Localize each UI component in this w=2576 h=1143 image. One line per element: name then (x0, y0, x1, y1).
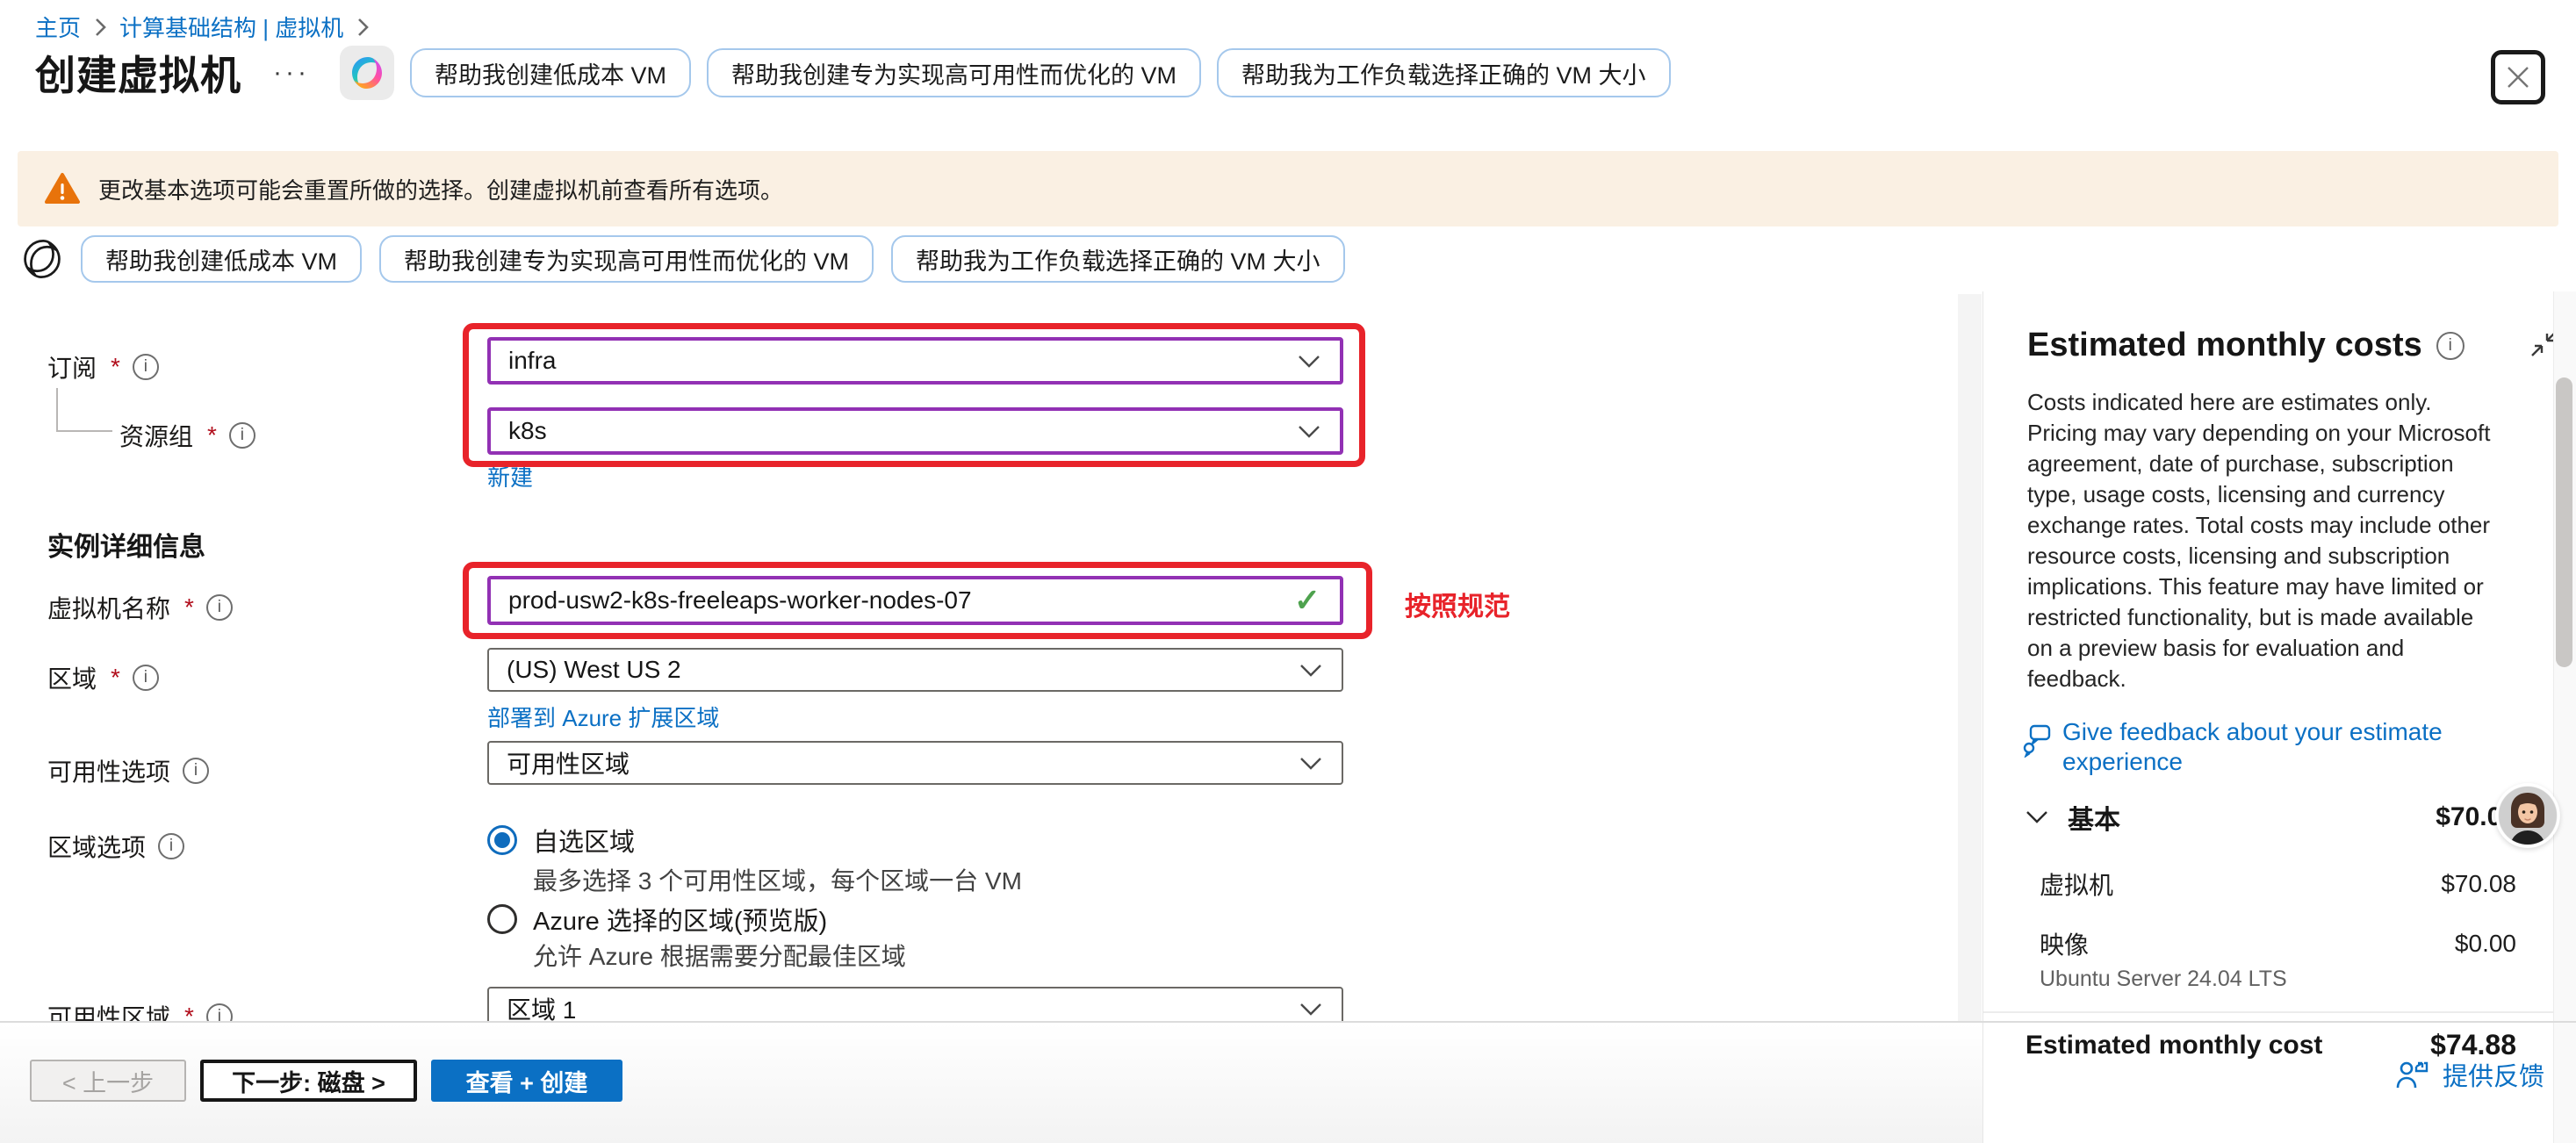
info-icon[interactable]: i (2436, 332, 2464, 360)
availability-zone-label: 可用性区域* i (47, 999, 233, 1021)
image-name-subtext: Ubuntu Server 24.04 LTS (1983, 967, 2576, 992)
info-icon[interactable]: i (206, 1003, 233, 1021)
assistant-avatar[interactable] (2495, 783, 2560, 848)
create-vm-page: 主页 计算基础结构 | 虚拟机 创建虚拟机 ··· (0, 0, 2576, 1143)
provide-feedback-link[interactable]: 提供反馈 (2395, 1056, 2544, 1093)
valid-check-icon: ✓ (1294, 582, 1320, 619)
create-new-resource-group-link[interactable]: 新建 (487, 460, 533, 492)
close-button[interactable] (2491, 50, 2545, 104)
radio-unselected-icon[interactable] (487, 904, 517, 934)
group-label: 基本 (2068, 798, 2120, 837)
self-select-zones-desc: 最多选择 3 个可用性区域，每个区域一台 VM (533, 862, 1022, 897)
footer-divider (0, 1021, 2576, 1023)
subscription-select[interactable]: infra (487, 337, 1343, 385)
person-feedback-icon (2395, 1058, 2430, 1091)
info-icon[interactable]: i (133, 665, 159, 691)
panel-title-row: Estimated monthly costs i (2027, 327, 2560, 364)
deploy-edge-zone-link[interactable]: 部署到 Azure 扩展区域 (487, 701, 719, 733)
feedback-bubbles-icon (2022, 722, 2052, 758)
form-area: 订阅* i infra 资源组* i k8s 新建 实例详细信息 虚拟机名称* (0, 0, 1958, 1021)
resource-group-label: 资源组* i (119, 418, 255, 453)
info-icon[interactable]: i (133, 354, 159, 380)
main-scrollbar[interactable] (1958, 294, 1982, 1021)
instance-details-section-title: 实例详细信息 (47, 525, 205, 564)
azure-selected-zones-desc: 允许 Azure 根据需要分配最佳区域 (533, 938, 906, 973)
next-disks-button[interactable]: 下一步: 磁盘 > (200, 1060, 417, 1102)
availability-zone-select[interactable]: 区域 1 (487, 987, 1343, 1021)
vm-name-label: 虚拟机名称* i (47, 590, 233, 625)
chevron-down-icon (1299, 749, 1322, 777)
zone-options-label: 区域选项 i (47, 829, 184, 864)
azure-selected-zones-radio[interactable]: Azure 选择的区域(预览版) (487, 901, 827, 938)
close-icon (2505, 64, 2531, 90)
cost-disclaimer: Costs indicated here are estimates only.… (2027, 387, 2502, 694)
previous-button: < 上一步 (30, 1060, 186, 1102)
panel-scrollbar-thumb[interactable] (2556, 377, 2572, 667)
info-icon[interactable]: i (206, 594, 233, 621)
info-icon[interactable]: i (158, 833, 184, 859)
cost-row-image: 映像 $0.00 (1983, 926, 2576, 961)
footer-bar: < 上一步 下一步: 磁盘 > 查看 + 创建 (0, 1023, 1982, 1143)
give-feedback-link[interactable]: Give feedback about your estimate experi… (2022, 717, 2532, 777)
tree-connector (56, 388, 58, 430)
panel-title: Estimated monthly costs (2027, 327, 2422, 364)
region-select[interactable]: (US) West US 2 (487, 648, 1343, 692)
cost-row-vm: 虚拟机 $70.08 (1983, 866, 2576, 902)
radio-selected-icon[interactable] (487, 825, 517, 855)
chevron-down-icon (2026, 810, 2048, 824)
vm-name-field: ✓ (487, 576, 1343, 625)
info-icon[interactable]: i (229, 422, 255, 449)
chevron-down-icon (1298, 347, 1320, 375)
subscription-label: 订阅* i (47, 349, 159, 385)
self-select-zones-radio[interactable]: 自选区域 (487, 822, 635, 859)
chevron-down-icon (1299, 995, 1322, 1021)
availability-options-label: 可用性选项 i (47, 753, 209, 788)
chevron-down-icon (1298, 417, 1320, 445)
availability-options-select[interactable]: 可用性区域 (487, 741, 1343, 785)
chevron-down-icon (1299, 656, 1322, 684)
review-create-button[interactable]: 查看 + 创建 (431, 1060, 622, 1102)
basic-cost-group[interactable]: 基本 $70.08 (1983, 798, 2576, 837)
estimated-costs-panel: Estimated monthly costs i Costs indicate… (1982, 291, 2576, 1143)
region-label: 区域* i (47, 660, 159, 695)
resource-group-select[interactable]: k8s (487, 407, 1343, 455)
tree-connector (56, 430, 112, 432)
vm-name-input[interactable] (491, 579, 1294, 622)
annotation-text: 按照规范 (1405, 585, 1510, 623)
info-icon[interactable]: i (183, 758, 209, 784)
panel-divider (1983, 1011, 2576, 1013)
